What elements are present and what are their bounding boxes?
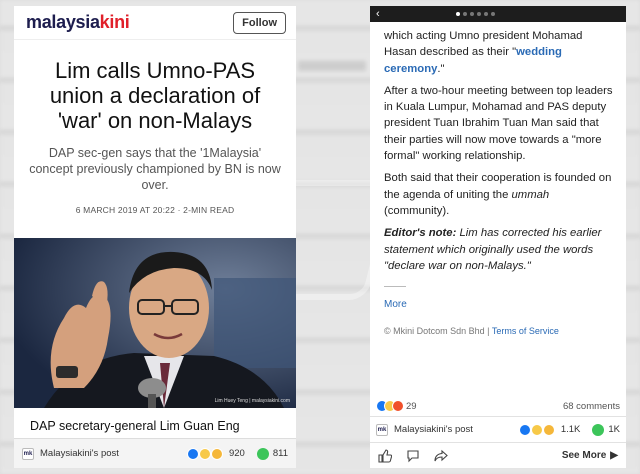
see-more-label: See More [561, 450, 607, 461]
malaysiakini-logo[interactable]: malaysiakini [26, 12, 130, 33]
copyright-line: © Mkini Dotcom Sdn Bhd | Terms of Servic… [384, 323, 614, 339]
play-triangle-icon: ▶ [610, 450, 618, 461]
comment-icon [592, 423, 605, 436]
engagement-stats: 29 68 comments [370, 398, 626, 414]
article-header: malaysiakini Follow [14, 6, 296, 40]
reaction-count[interactable]: 29 [406, 401, 417, 412]
page-avatar-icon: mk [22, 447, 34, 460]
back-arrow-icon[interactable]: ‹ [376, 8, 380, 20]
haha-reaction-icon [198, 447, 211, 460]
divider [384, 286, 406, 288]
logo-part-kini: kini [99, 12, 130, 32]
poster-name[interactable]: Malaysiakini's post [394, 424, 473, 435]
viewer-top-bar: ‹ [370, 6, 626, 22]
editors-note-label: Editor's note: [384, 227, 457, 240]
paragraph-1: which acting Umno president Mohamad Hasa… [384, 28, 614, 77]
more-link[interactable]: More [384, 297, 614, 313]
photo-credit: Lim Huey Teng | malaysiakini.com [214, 398, 290, 404]
follow-button[interactable]: Follow [233, 11, 286, 34]
para1-end: ." [437, 62, 445, 75]
post-footer: mk Malaysiakini's post 920 811 [14, 438, 296, 468]
reaction-count: 920 [228, 448, 245, 459]
comment-icon [256, 447, 269, 460]
left-post-screenshot: malaysiakini Follow Lim calls Umno-PAS u… [14, 6, 296, 468]
poster-row: mk Malaysiakini's post 1.1K 1K [370, 416, 626, 442]
like-reaction-icon [518, 423, 531, 436]
copyright-text: © Mkini Dotcom Sdn Bhd | [384, 326, 490, 337]
terms-of-service-link[interactable]: Terms of Service [492, 326, 559, 336]
comment-count: 811 [272, 448, 288, 459]
para3-text: Both said that their cooperation is foun… [384, 172, 612, 201]
paragraph-2: After a two-hour meeting between top lea… [384, 84, 613, 163]
like-thumb-icon[interactable] [378, 448, 392, 463]
see-more-button[interactable]: See More ▶ [562, 450, 618, 461]
article-subhead: DAP sec-gen says that the '1Malaysia' co… [29, 146, 281, 192]
wow-reaction-icon [542, 423, 555, 436]
share-arrow-icon[interactable] [434, 449, 448, 463]
poster-reaction-count: 1.1K [560, 424, 581, 435]
background-ghost-text: ▬▬ [298, 41, 366, 79]
wow-reaction-icon [210, 447, 223, 460]
page-dot [483, 12, 488, 16]
poster-name[interactable]: Malaysiakini's post [40, 448, 119, 459]
article-body: which acting Umno president Mohamad Hasa… [370, 22, 626, 340]
page-dot-active [455, 12, 460, 16]
page-indicator [455, 12, 495, 16]
like-reaction-icon [186, 447, 199, 460]
page-dot [490, 12, 495, 16]
angry-reaction-icon [392, 400, 404, 412]
poster-reaction-summary[interactable]: 1.1K 1K [518, 423, 620, 436]
page-avatar-icon: mk [376, 423, 388, 436]
ummah-term: ummah [511, 188, 550, 201]
poster-comment-count: 1K [608, 424, 620, 435]
comment-bubble-icon[interactable] [406, 449, 420, 463]
reaction-summary[interactable]: 920 811 [186, 447, 288, 460]
page-dot [476, 12, 481, 16]
article-date: 6 MARCH 2019 AT 20:22 [75, 205, 176, 215]
paragraph-3: Both said that their cooperation is foun… [384, 170, 614, 219]
haha-reaction-icon [530, 423, 543, 436]
logo-part-malaysia: malaysia [26, 12, 100, 32]
editors-note: Editor's note: Lim has corrected his ear… [384, 225, 614, 274]
article-dateline: 6 MARCH 2019 AT 20:22 · 2-MIN READ [75, 205, 235, 215]
page-dot [462, 12, 467, 16]
right-post-screenshot: ‹ which acting Umno president Mohamad Ha… [370, 6, 626, 468]
action-bar: See More ▶ [370, 442, 626, 468]
read-time: 2-MIN READ [183, 205, 235, 215]
comments-count[interactable]: 68 comments [563, 401, 620, 412]
page-dot [469, 12, 474, 16]
photo-illustration [14, 238, 296, 408]
article-photo[interactable]: Lim Huey Teng | malaysiakini.com [14, 238, 296, 408]
photo-caption: DAP secretary-general Lim Guan Eng [30, 419, 240, 433]
para3-end: (community). [384, 204, 450, 217]
article-headline: Lim calls Umno-PAS union a declaration o… [49, 58, 261, 133]
